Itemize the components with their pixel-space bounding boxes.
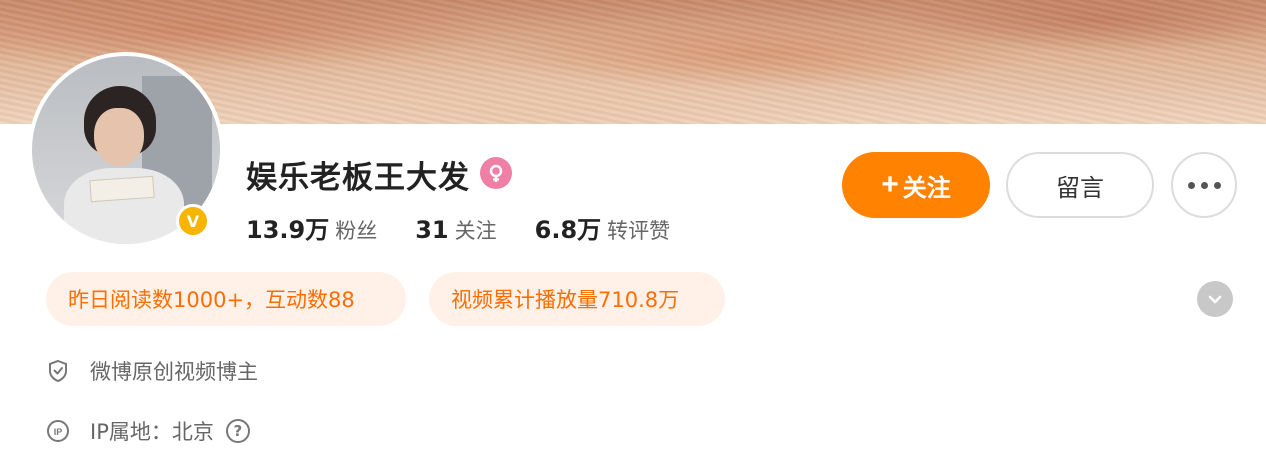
ip-location-row: IP IP属地：北京 ? <box>46 416 250 446</box>
profile-card: V 娱乐老板王大发 13.9万 粉丝 31 关注 6.8万 转评赞 + 关注 留… <box>0 52 1266 455</box>
stat-value: 13.9万 <box>246 216 330 244</box>
highlight-reads[interactable]: 昨日阅读数1000+，互动数88 <box>46 272 406 326</box>
stat-label: 关注 <box>454 219 497 243</box>
svg-text:IP: IP <box>54 427 63 437</box>
follow-label: 关注 <box>902 174 951 202</box>
message-label: 留言 <box>1056 174 1104 202</box>
profile-stats: 13.9万 粉丝 31 关注 6.8万 转评赞 <box>246 210 708 245</box>
stat-value: 6.8万 <box>534 216 602 244</box>
certification-text: 微博原创视频博主 <box>90 360 258 384</box>
stat-value: 31 <box>415 216 449 244</box>
stat-label: 粉丝 <box>335 219 378 243</box>
ip-icon: IP <box>46 419 70 443</box>
profile-name: 娱乐老板王大发 <box>246 160 470 196</box>
stat-reposts-comments-likes[interactable]: 6.8万 转评赞 <box>535 210 671 245</box>
stat-following[interactable]: 31 关注 <box>415 215 496 245</box>
female-icon <box>480 157 512 189</box>
chevron-down-icon[interactable] <box>1197 281 1233 317</box>
verified-v-icon: V <box>176 204 210 238</box>
help-icon[interactable]: ? <box>225 419 250 443</box>
ip-location-text: IP属地：北京 <box>90 420 214 444</box>
message-button[interactable]: 留言 <box>1006 152 1154 218</box>
plus-icon: + <box>881 168 899 201</box>
stat-followers[interactable]: 13.9万 粉丝 <box>246 210 377 245</box>
follow-button[interactable]: + 关注 <box>842 152 990 218</box>
certification-row: 微博原创视频博主 <box>46 356 258 386</box>
stat-label: 转评赞 <box>607 219 671 243</box>
highlight-video-plays[interactable]: 视频累计播放量710.8万 <box>429 272 725 326</box>
shield-check-icon <box>46 359 70 383</box>
more-dots-icon[interactable] <box>1171 152 1237 218</box>
